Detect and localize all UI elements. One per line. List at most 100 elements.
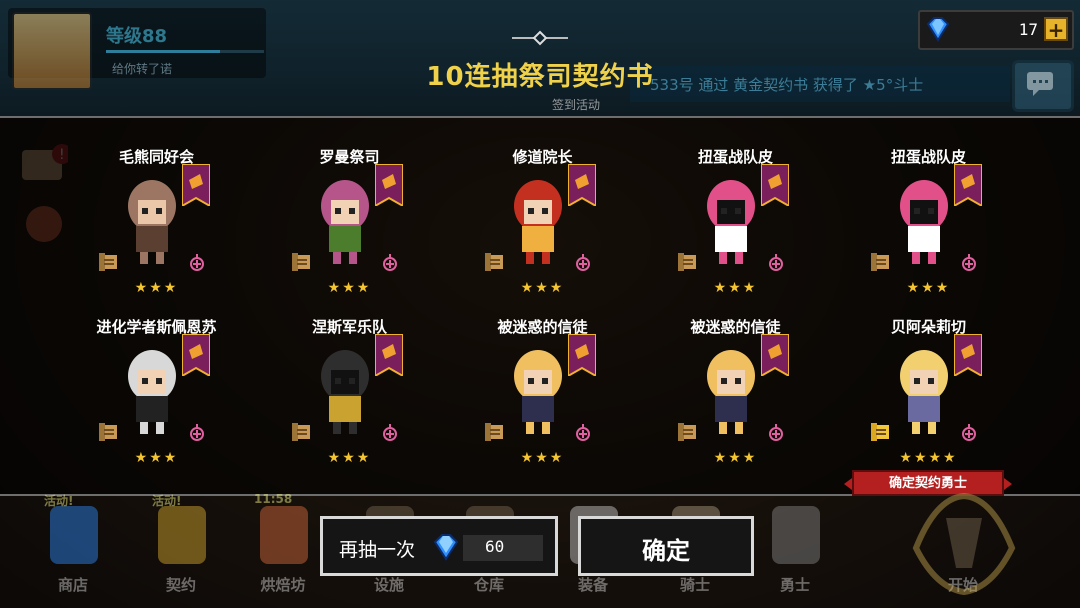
star-rating: ★★★ — [134, 450, 179, 466]
scroll-icon — [292, 253, 310, 271]
class-banner-icon — [568, 164, 596, 206]
class-banner-icon — [761, 164, 789, 206]
scroll-icon — [678, 253, 696, 271]
star-rating: ★★★ — [520, 450, 565, 466]
scroll-icon — [871, 423, 889, 441]
class-banner-icon — [182, 164, 210, 206]
hero-name: 被迷惑的信徒 — [497, 318, 588, 336]
nav-label: 设施 — [373, 576, 404, 594]
scroll-icon — [678, 423, 696, 441]
hero-name: 扭蛋战队皮 — [697, 148, 773, 166]
nav-hero[interactable]: 勇士 — [752, 500, 838, 600]
start-emblem-icon[interactable] — [906, 488, 1022, 598]
hero-name: 扭蛋战队皮 — [890, 148, 966, 166]
nav-label: 商店 — [57, 576, 88, 594]
blonde-girl-sprite-icon — [900, 350, 948, 434]
scroll-icon — [99, 253, 117, 271]
confirm-label: 确定 — [642, 537, 690, 565]
confirm-button[interactable]: 确定 — [578, 516, 754, 576]
nav-label: 仓库 — [473, 576, 504, 594]
element-icon — [576, 254, 590, 271]
blond-believer-sprite-icon — [514, 350, 562, 434]
bear-girl-sprite-icon — [128, 180, 176, 264]
diamond-icon — [433, 534, 459, 561]
add-gems-button[interactable]: + — [1044, 17, 1068, 41]
class-banner-icon — [182, 334, 210, 376]
hero-name: 被迷惑的信徒 — [690, 318, 781, 336]
class-banner-icon — [761, 334, 789, 376]
draw-again-button[interactable]: 再抽一次 60 — [320, 516, 558, 576]
element-icon — [383, 424, 397, 441]
hero-card[interactable]: 扭蛋战队皮 ★★★ — [639, 116, 832, 296]
nav-label: 骑士 — [679, 576, 710, 594]
hero-name: 进化学者斯佩恩苏 — [96, 318, 217, 336]
star-rating: ★★★ — [327, 450, 372, 466]
nav-badge: 11:58 — [254, 492, 293, 506]
class-banner-icon — [375, 164, 403, 206]
hero-card[interactable]: 毛熊同好会 ★★★ — [60, 116, 253, 296]
element-icon — [576, 424, 590, 441]
shop-icon — [50, 506, 98, 564]
gem-count: 17 — [1018, 20, 1038, 39]
element-icon — [769, 424, 783, 441]
hero-name: 修道院长 — [512, 148, 573, 166]
scroll-icon — [485, 423, 503, 441]
hero-name: 涅斯军乐队 — [311, 318, 387, 336]
hero-card[interactable]: 贝阿朵莉切 ★★★★ — [832, 286, 1025, 466]
hero-name: 毛熊同好会 — [118, 148, 194, 166]
nav-label: 勇士 — [779, 576, 810, 594]
hero-card[interactable]: 修道院长 ★★★ — [446, 116, 639, 296]
contract-icon — [158, 506, 206, 564]
scroll-icon — [485, 253, 503, 271]
draw-cost: 60 — [485, 537, 505, 556]
star-rating: ★★★ — [713, 450, 758, 466]
nav-label: 烘焙坊 — [260, 576, 306, 594]
title-ornament-icon — [512, 30, 568, 46]
element-icon — [769, 254, 783, 271]
hero-name: 贝阿朵莉切 — [890, 318, 966, 336]
draw-again-label: 再抽一次 — [339, 539, 416, 561]
hero-card[interactable]: 扭蛋战队皮 ★★★ — [832, 116, 1025, 296]
bakery-icon — [260, 506, 308, 564]
nav-bakery[interactable]: 11:58 烘焙坊 — [240, 492, 326, 600]
nav-badge: 活动! — [44, 494, 74, 508]
nav-shop[interactable]: 活动! 商店 — [30, 494, 116, 600]
scroll-icon — [871, 253, 889, 271]
hero-name: 罗曼祭司 — [319, 148, 380, 166]
checkin-label: 签到活动 — [552, 98, 601, 112]
old-scholar-sprite-icon — [128, 350, 176, 434]
diamond-icon — [926, 17, 950, 42]
gem-counter: 17 + — [918, 10, 1074, 50]
nav-badge: 活动! — [152, 494, 182, 508]
hero-icon — [772, 506, 820, 564]
element-icon — [962, 254, 976, 271]
class-banner-icon — [375, 334, 403, 376]
pink-ranger-sprite-icon — [707, 180, 755, 264]
class-banner-icon — [954, 334, 982, 376]
hero-card[interactable]: 涅斯军乐队 ★★★ — [253, 286, 446, 466]
level-label: 等级88 — [106, 26, 168, 47]
hero-card[interactable]: 罗曼祭司 ★★★ — [253, 116, 446, 296]
nav-label: 装备 — [577, 576, 608, 594]
blond-believer-sprite-icon — [707, 350, 755, 434]
star-rating: ★★★★ — [899, 450, 958, 466]
element-icon — [383, 254, 397, 271]
scroll-icon — [292, 423, 310, 441]
element-icon — [962, 424, 976, 441]
element-icon — [190, 424, 204, 441]
level-progress-bar — [106, 50, 264, 53]
nav-label: 契约 — [165, 576, 196, 594]
nav-contract[interactable]: 活动! 契约 — [138, 494, 224, 600]
officer-sprite-icon — [321, 350, 369, 434]
hero-card[interactable]: 进化学者斯佩恩苏 ★★★ — [60, 286, 253, 466]
page-title: 10连抽祭司契约书 — [426, 62, 654, 92]
abbess-sprite-icon — [514, 180, 562, 264]
priestess-sprite-icon — [321, 180, 369, 264]
class-banner-icon — [568, 334, 596, 376]
class-banner-icon — [954, 164, 982, 206]
scroll-icon — [99, 423, 117, 441]
pink-ranger-sprite-icon — [900, 180, 948, 264]
hero-card[interactable]: 被迷惑的信徒 ★★★ — [446, 286, 639, 466]
element-icon — [190, 254, 204, 271]
hero-card[interactable]: 被迷惑的信徒 ★★★ — [639, 286, 832, 466]
